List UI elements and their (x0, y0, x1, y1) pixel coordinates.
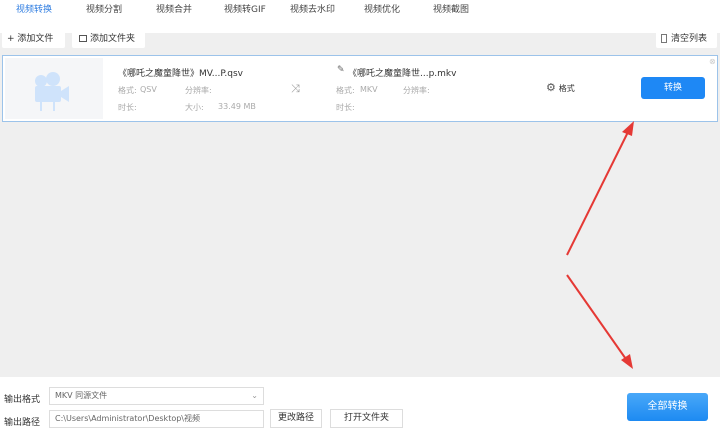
open-folder-button[interactable]: 打开文件夹 (330, 409, 403, 428)
arrow-up (566, 127, 631, 256)
output-path-label: 输出路径 (4, 418, 41, 428)
chevron-down-icon: ⌄ (251, 391, 258, 400)
arrow-down (566, 274, 629, 363)
convert-all-button[interactable]: 全部转换 (627, 393, 708, 421)
output-path-input[interactable]: C:\Users\Administrator\Desktop\视频 (49, 410, 264, 428)
output-format-select[interactable]: MKV 同源文件 ⌄ (49, 387, 264, 405)
output-settings-panel: 输出格式 MKV 同源文件 ⌄ 输出路径 C:\Users\Administrat… (0, 377, 720, 430)
annotation-arrows (566, 121, 634, 369)
change-path-button[interactable]: 更改路径 (270, 409, 322, 428)
arrowhead-up (622, 121, 634, 136)
output-format-value: MKV 同源文件 (55, 391, 108, 400)
output-format-label: 输出格式 (4, 395, 41, 405)
